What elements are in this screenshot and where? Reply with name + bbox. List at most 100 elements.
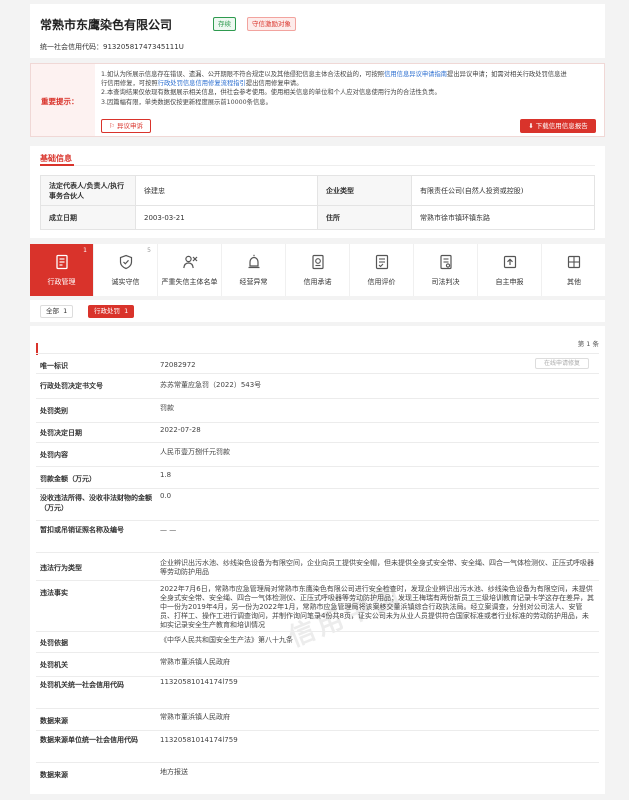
row-divider bbox=[36, 398, 599, 399]
evaluation-icon bbox=[375, 254, 389, 270]
tab-pledge[interactable]: 信用承诺 bbox=[286, 244, 350, 296]
founded-label: 成立日期 bbox=[40, 205, 136, 230]
type-value: 有限责任公司(自然人投资或控股) bbox=[411, 175, 595, 206]
row-label: 罚款金额（万元） bbox=[40, 475, 96, 483]
tab-evaluation[interactable]: 信用评价 bbox=[350, 244, 414, 296]
row-divider bbox=[36, 652, 599, 653]
basic-info-table: 法定代表人/负责人/执行事务合伙人 徐建忠 企业类型 有限责任公司(自然人投资或… bbox=[40, 175, 595, 230]
row-label: 数据来源单位统一社会信用代码 bbox=[40, 736, 138, 744]
row-value: 《中华人民共和国安全生产法》第八十九条 bbox=[160, 636, 293, 644]
notice-line-4: 3.因篇幅有限，单类数据仅按更新程度展示前10000条信息。 bbox=[101, 98, 272, 106]
row-divider bbox=[36, 762, 599, 763]
row-value: 罚款 bbox=[160, 404, 174, 412]
objection-guide-link[interactable]: 信用信息异议申请指南 bbox=[384, 71, 447, 78]
divider bbox=[40, 165, 595, 166]
row-value: 2022年7月6日，常熟市应急管理局对常熟市东鹰染色有限公司进行安全检查时，发现… bbox=[160, 585, 594, 629]
document-icon bbox=[56, 254, 68, 270]
filter-count: 1 bbox=[124, 307, 129, 315]
row-label: 暂扣或吊销证照名称及编号 bbox=[40, 526, 124, 534]
notice-line-3: 2.本查询结果仅依现有数据展示相关信息，供社会参考使用。使用相关信息的单位和个人… bbox=[101, 89, 441, 97]
tab-judgment[interactable]: 司法判决 bbox=[414, 244, 478, 296]
incentive-badge: 守信激励对象 bbox=[247, 17, 296, 31]
tab-count: 5 bbox=[147, 247, 151, 254]
row-divider bbox=[36, 520, 599, 521]
uscc-value: 91320581747345111U bbox=[103, 43, 184, 51]
company-header: 常熟市东鹰染色有限公司 存续 守信激励对象 统一社会信用代码：913205817… bbox=[30, 4, 605, 58]
filter-label: 全部 bbox=[46, 307, 59, 315]
tab-label: 其他 bbox=[567, 278, 581, 286]
blacklist-icon bbox=[183, 255, 198, 269]
founded-value: 2003-03-21 bbox=[135, 205, 318, 230]
row-divider bbox=[36, 730, 599, 731]
company-name: 常熟市东鹰染色有限公司 bbox=[40, 18, 173, 32]
notice-text: 提出异议申请；如需对相关行政处罚信息进 bbox=[447, 71, 567, 78]
filter-label: 行政处罚 bbox=[94, 307, 120, 315]
table-row: 法定代表人/负责人/执行事务合伙人 徐建忠 企业类型 有限责任公司(自然人投资或… bbox=[40, 175, 595, 206]
tab-abnormal[interactable]: 经营异常 bbox=[222, 244, 286, 296]
basic-info-title: 基础信息 bbox=[40, 154, 72, 163]
row-label: 违法行为类型 bbox=[40, 564, 82, 572]
row-value: 常熟市董浜镇人民政府 bbox=[160, 713, 230, 721]
tab-self-report[interactable]: 自主申报 bbox=[478, 244, 542, 296]
row-divider bbox=[36, 631, 599, 632]
category-tabs: 1 行政管理 5 诚实守信 严重失信主体名单 经营异常 信用承诺 信用评价 司法… bbox=[30, 244, 605, 296]
judgment-icon bbox=[440, 254, 452, 270]
uscc-label: 统一社会信用代码： bbox=[40, 43, 103, 51]
notice-label-panel: 重要提示： bbox=[31, 64, 95, 136]
type-label: 企业类型 bbox=[317, 175, 412, 206]
filter-all[interactable]: 全部 1 bbox=[40, 305, 74, 318]
row-value: 11320581014174l759 bbox=[160, 678, 238, 686]
notice-text: 1.如认为所展示信息存在错误、遗漏、公开期限不符合规定以及其他侵犯信息主体合法权… bbox=[101, 71, 385, 78]
tab-other[interactable]: 其他 bbox=[542, 244, 606, 296]
tab-label: 经营异常 bbox=[239, 278, 268, 286]
notice-line-1: 1.如认为所展示信息存在错误、遗漏、公开期限不符合规定以及其他侵犯信息主体合法权… bbox=[101, 70, 596, 79]
legal-rep-label: 法定代表人/负责人/执行事务合伙人 bbox=[40, 175, 136, 206]
row-value: 2022-07-28 bbox=[160, 426, 201, 434]
row-label: 唯一标识 bbox=[40, 362, 68, 370]
upload-icon bbox=[503, 255, 517, 269]
online-repair-button[interactable]: 在线申请修复 bbox=[534, 358, 589, 369]
uscc-line: 统一社会信用代码：91320581747345111U bbox=[40, 42, 184, 52]
row-divider bbox=[36, 466, 599, 467]
row-value: 11320581014174l759 bbox=[160, 736, 238, 744]
row-value: 72082972 bbox=[160, 361, 196, 369]
shield-check-icon bbox=[119, 254, 133, 270]
row-divider bbox=[36, 442, 599, 443]
basic-info-section: 基础信息 法定代表人/负责人/执行事务合伙人 徐建忠 企业类型 有限责任公司(自… bbox=[30, 146, 605, 238]
row-label: 处罚决定日期 bbox=[40, 429, 82, 437]
row-value: 苏苏常董应急罚（2022）543号 bbox=[160, 381, 262, 389]
tab-label: 严重失信主体名单 bbox=[161, 278, 218, 286]
tab-label: 信用承诺 bbox=[303, 278, 332, 286]
notice-body: 1.如认为所展示信息存在错误、遗漏、公开期限不符合规定以及其他侵犯信息主体合法权… bbox=[101, 70, 596, 107]
row-divider bbox=[36, 373, 599, 374]
row-divider bbox=[36, 676, 599, 677]
row-divider bbox=[36, 353, 599, 354]
row-divider bbox=[36, 488, 599, 489]
tab-blacklist[interactable]: 严重失信主体名单 bbox=[158, 244, 222, 296]
objection-button[interactable]: ⚐ 异议申诉 bbox=[101, 119, 151, 133]
filter-penalty[interactable]: 行政处罚 1 bbox=[88, 305, 135, 318]
alarm-icon bbox=[248, 254, 260, 269]
row-divider bbox=[36, 552, 599, 553]
tab-admin[interactable]: 1 行政管理 bbox=[30, 244, 94, 296]
row-value: 常熟市董浜镇人民政府 bbox=[160, 658, 230, 666]
row-label: 没收违法所得、没收非法财物的金额（万元） bbox=[40, 494, 152, 512]
page: 常熟市东鹰染色有限公司 存续 守信激励对象 统一社会信用代码：913205817… bbox=[0, 0, 629, 800]
row-divider bbox=[36, 580, 599, 581]
row-value: 地方报送 bbox=[160, 768, 188, 776]
notice-text: 提出信用修复申请。 bbox=[245, 80, 303, 88]
tab-honesty[interactable]: 5 诚实守信 bbox=[94, 244, 158, 296]
address-label: 住所 bbox=[317, 205, 412, 230]
repair-guide-link[interactable]: 行政处罚信息信用修复流程指引 bbox=[158, 80, 246, 87]
record-index: 第 1 条 bbox=[577, 340, 599, 348]
other-icon bbox=[567, 255, 581, 269]
legal-rep-value: 徐建忠 bbox=[135, 175, 318, 206]
filter-bar: 全部 1 行政处罚 1 bbox=[30, 300, 605, 322]
status-badge: 存续 bbox=[213, 17, 236, 31]
download-report-button[interactable]: ⬇ 下载信用信息报告 bbox=[520, 119, 596, 133]
notice-line-2: 行信用修复，可按照行政处罚信息信用修复流程指引提出信用修复申请。 bbox=[101, 79, 596, 88]
notice-title: 重要提示： bbox=[41, 97, 79, 106]
important-notice: 重要提示： 1.如认为所展示信息存在错误、遗漏、公开期限不符合规定以及其他侵犯信… bbox=[30, 63, 605, 137]
tab-label: 行政管理 bbox=[47, 278, 76, 286]
objection-icon: ⚐ bbox=[109, 122, 115, 130]
